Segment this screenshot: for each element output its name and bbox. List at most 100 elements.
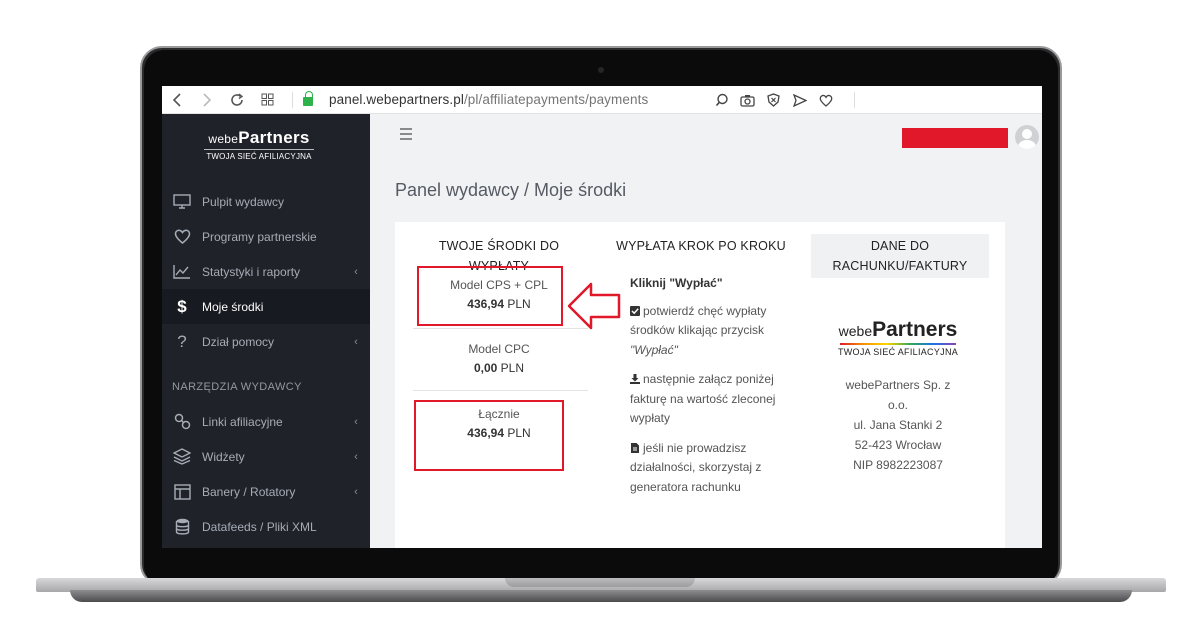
steps-column-header: WYPŁATA KROK PO KROKU	[616, 239, 786, 253]
question-icon: ?	[177, 331, 187, 351]
laptop-screen: panel.webepartners.pl/pl/affiliatepaymen…	[162, 86, 1042, 548]
logo-tagline: TWOJA SIEĆ AFILIACYJNA	[204, 149, 314, 161]
step-confirm: potwierdź chęć wypłaty środków klikając …	[630, 302, 780, 361]
steps-title: Kliknij "Wypłać"	[630, 276, 723, 290]
company-logo-tagline: TWOJA SIEĆ AFILIACYJNA	[837, 347, 959, 357]
forward-button[interactable]	[192, 86, 222, 114]
sidebar-item-dzial-pomocy[interactable]: ? Dział pomocy ‹	[162, 324, 370, 359]
camera-icon[interactable]	[740, 93, 755, 108]
sidebar-item-label: Datafeeds / Pliki XML	[202, 519, 317, 534]
logo-main-text: Partners	[238, 128, 310, 147]
invoice-details: webePartners TWOJA SIEĆ AFILIACYJNA webe…	[823, 318, 973, 475]
step-generator-text: jeśli nie prowadzisz działalności, skorz…	[630, 440, 762, 494]
database-icon	[175, 518, 189, 535]
back-icon	[172, 92, 181, 107]
lock-icon	[303, 91, 313, 106]
dollar-icon: $	[177, 296, 187, 316]
company-logo: webePartners	[823, 318, 973, 342]
search-icon[interactable]	[714, 93, 729, 108]
url-host: panel.webepartners.pl	[329, 92, 464, 107]
sidebar: webePartners TWOJA SIEĆ AFILIACYJNA Pulp…	[162, 114, 370, 548]
forward-icon	[203, 92, 212, 107]
file-icon	[631, 442, 639, 453]
sidebar-item-label: Widżety	[202, 449, 245, 464]
laptop-camera	[598, 67, 604, 73]
tools-section-title: NARZĘDZIA WYDAWCY	[172, 381, 302, 393]
layers-icon	[173, 448, 191, 465]
company-address: webePartners Sp. z o.o. ul. Jana Stanki …	[823, 375, 973, 475]
chevron-left-icon: ‹	[354, 450, 358, 463]
link-icon	[174, 413, 190, 430]
sidebar-item-statystyki[interactable]: Statystyki i raporty ‹	[162, 254, 370, 289]
sidebar-item-banery[interactable]: Banery / Rotatory ‹	[162, 474, 370, 509]
send-icon[interactable]	[792, 93, 807, 108]
toolbar-divider	[292, 91, 293, 108]
heart-icon	[174, 229, 190, 244]
step-attach-text: następnie załącz poniżej fakturę na wart…	[630, 372, 776, 425]
sidebar-logo[interactable]: webePartners TWOJA SIEĆ AFILIACYJNA	[204, 128, 314, 161]
monitor-icon	[173, 194, 191, 209]
sidebar-item-label: Linki afiliacyjne	[202, 414, 283, 429]
sidebar-item-moje-srodki[interactable]: $ Moje środki	[162, 289, 370, 324]
sidebar-item-label: Pulpit wydawcy	[202, 194, 285, 209]
step-generator: jeśli nie prowadzisz działalności, skorz…	[630, 439, 780, 498]
checkbox-icon	[630, 305, 640, 316]
chevron-left-icon: ‹	[354, 335, 358, 348]
avatar[interactable]	[1015, 125, 1039, 149]
tabs-grid-button[interactable]	[252, 86, 282, 114]
funds-card: TWOJE ŚRODKI DO WYPŁATY WYPŁATA KROK PO …	[395, 222, 1005, 548]
url-path: /pl/affiliatepayments/payments	[463, 92, 649, 107]
redacted-user-name	[902, 128, 1008, 148]
arrow-left-icon	[567, 282, 621, 330]
marketing-stage: panel.webepartners.pl/pl/affiliatepaymen…	[0, 0, 1200, 642]
step-attach: następnie załącz poniżej fakturę na wart…	[630, 370, 780, 429]
logo-small-text: webe	[208, 132, 239, 146]
back-button[interactable]	[162, 86, 192, 114]
browser-actions	[714, 86, 865, 114]
logo-rainbow-line	[840, 343, 956, 345]
company-logo-main: Partners	[872, 318, 958, 341]
layout-icon	[173, 483, 191, 500]
model-currency: PLN	[500, 361, 525, 375]
grid-icon	[261, 93, 273, 106]
main-content: Panel wydawcy / Moje środki TWOJE ŚRODKI…	[370, 114, 1042, 548]
model-amount: 0,00	[473, 361, 498, 375]
step-confirm-text: potwierdź chęć wypłaty środków klikając …	[630, 303, 767, 338]
divider	[413, 390, 588, 391]
company-logo-small: webe	[838, 323, 873, 339]
shield-icon[interactable]	[766, 93, 781, 108]
page-title: Panel wydawcy / Moje środki	[395, 180, 627, 200]
sidebar-item-linki[interactable]: Linki afiliacyjne ‹	[162, 404, 370, 439]
company-name: webePartners Sp. z o.o.	[845, 378, 951, 412]
sidebar-item-programy[interactable]: Programy partnerskie	[162, 219, 370, 254]
chevron-left-icon: ‹	[354, 265, 358, 278]
sidebar-item-label: Statystyki i raporty	[202, 264, 301, 279]
sidebar-item-label: Programy partnerskie	[202, 229, 317, 244]
address-bar[interactable]: panel.webepartners.pl/pl/affiliatepaymen…	[329, 92, 648, 107]
company-nip: NIP 8982223087	[853, 458, 943, 472]
model-name: Model CPC	[468, 342, 530, 356]
sidebar-item-datafeeds[interactable]: Datafeeds / Pliki XML	[162, 509, 370, 544]
invoice-column-header: DANE DO RACHUNKU/FAKTURY	[811, 234, 989, 278]
step-confirm-button-name: "Wypłać"	[630, 342, 678, 357]
chevron-left-icon: ‹	[354, 485, 358, 498]
sidebar-item-label: Moje środki	[202, 299, 264, 314]
heart-icon[interactable]	[818, 93, 833, 108]
highlight-box-total	[414, 400, 564, 471]
model-cpc: Model CPC 0,00 PLN	[421, 340, 577, 378]
browser-toolbar: panel.webepartners.pl/pl/affiliatepaymen…	[162, 86, 1042, 114]
hamburger-menu-icon[interactable]	[400, 128, 412, 143]
sidebar-item-pulpit[interactable]: Pulpit wydawcy	[162, 184, 370, 219]
highlight-box-cps	[417, 266, 563, 326]
company-street: ul. Jana Stanki 2	[853, 418, 943, 432]
toolbar-divider-right	[854, 92, 855, 108]
chart-icon	[173, 265, 190, 279]
reload-button[interactable]	[222, 86, 252, 114]
chevron-left-icon: ‹	[354, 415, 358, 428]
sidebar-item-widzety[interactable]: Widżety ‹	[162, 439, 370, 474]
company-city: 52-423 Wrocław	[854, 438, 942, 452]
laptop-base-shadow	[70, 590, 1132, 602]
sidebar-item-label: Dział pomocy	[202, 334, 275, 349]
reload-icon	[231, 92, 244, 106]
download-icon	[630, 374, 640, 384]
